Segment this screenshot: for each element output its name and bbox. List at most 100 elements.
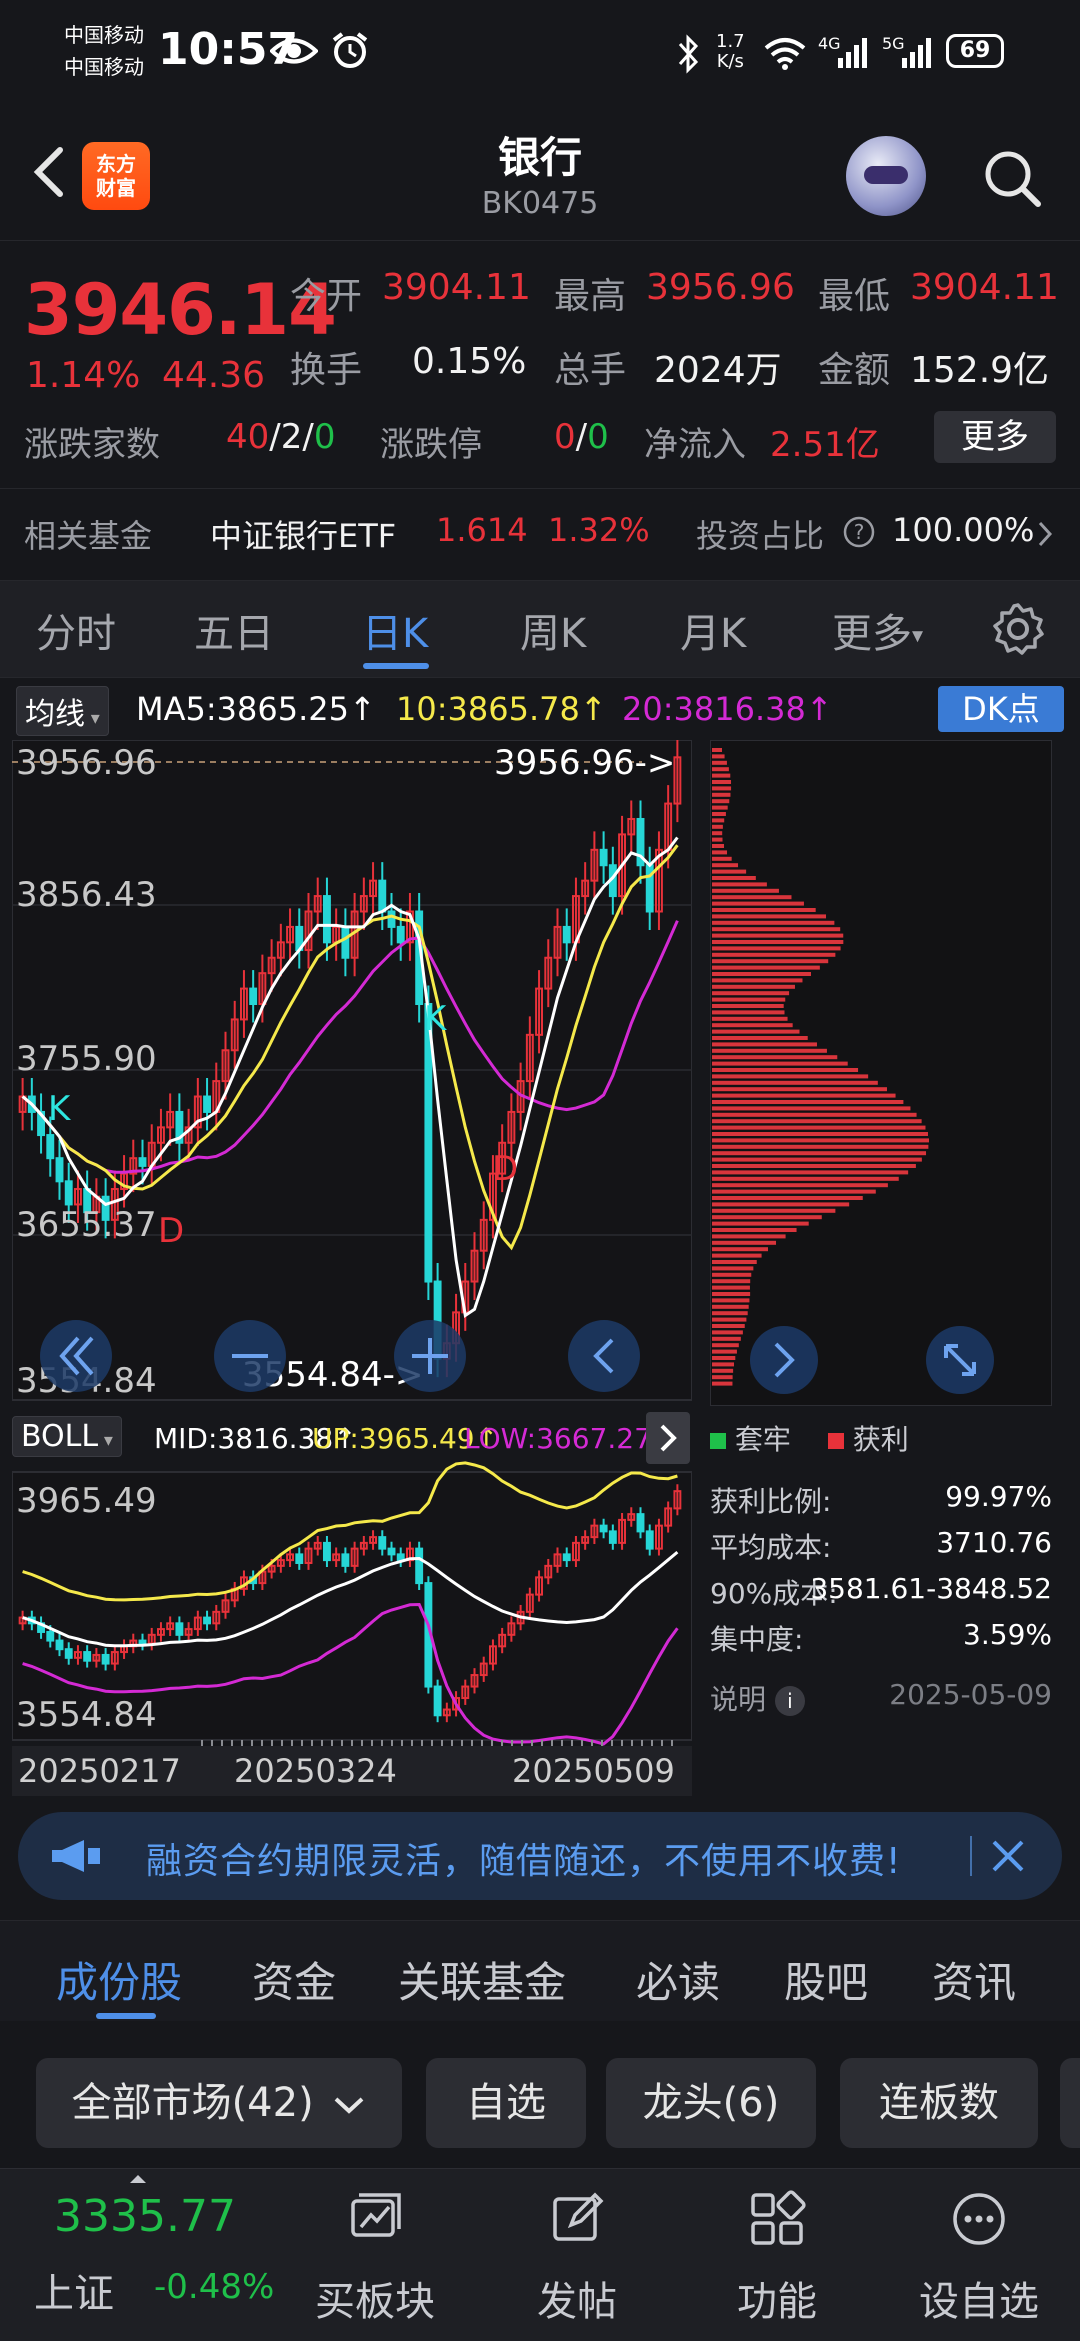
chip-bar bbox=[712, 792, 731, 797]
leaders-filter[interactable]: 龙头(6) bbox=[606, 2058, 816, 2148]
chip-stats-panel: 套牢 获利 获利比例: 99.97% 平均成本: 3710.76 90%成本: … bbox=[710, 1408, 1062, 1718]
dropdown-caret-icon: ▾ bbox=[85, 708, 100, 729]
chip-bar bbox=[712, 1368, 734, 1373]
chip-bar bbox=[712, 1189, 876, 1194]
chip-bar bbox=[712, 1004, 784, 1008]
legend-trapped-swatch bbox=[710, 1433, 726, 1449]
tab-intraday[interactable]: 分时 bbox=[36, 601, 116, 659]
high-label: 最高 bbox=[554, 276, 627, 317]
change-value: 44.36 bbox=[162, 355, 266, 396]
tab-forum[interactable]: 股吧 bbox=[784, 1949, 868, 2010]
tab-weekly-k[interactable]: 周K bbox=[520, 601, 586, 659]
chip-bar bbox=[712, 1176, 899, 1181]
zoom-in-button[interactable] bbox=[394, 1320, 466, 1392]
tab-must-read[interactable]: 必读 bbox=[636, 1949, 720, 2010]
zoom-out-button[interactable] bbox=[214, 1320, 286, 1392]
chip-bar bbox=[712, 978, 803, 983]
chip-bar bbox=[712, 1317, 747, 1322]
tab-news[interactable]: 资讯 bbox=[932, 1949, 1016, 2010]
boll-candle-body bbox=[295, 1553, 304, 1564]
chip-bar bbox=[712, 1362, 735, 1367]
chip-bar bbox=[712, 863, 739, 868]
chip-bar bbox=[712, 1144, 929, 1149]
settings-gear-icon[interactable] bbox=[990, 601, 1046, 657]
chip-bar bbox=[712, 850, 728, 855]
boll-candle-body bbox=[341, 1553, 350, 1567]
chip-bar bbox=[712, 1240, 777, 1245]
boll-candle-body bbox=[645, 1530, 654, 1550]
candle-body bbox=[322, 895, 331, 944]
note-label[interactable]: 说明 bbox=[710, 1683, 766, 1716]
scroll-left-fast-button[interactable] bbox=[40, 1320, 112, 1392]
megaphone-icon bbox=[52, 1840, 100, 1872]
help-icon[interactable]: ? bbox=[842, 515, 876, 549]
avg-cost-label: 平均成本: bbox=[710, 1531, 832, 1564]
tab-related-funds[interactable]: 关联基金 bbox=[398, 1949, 566, 2010]
nav-buy-sector[interactable]: 买板块 bbox=[300, 2169, 450, 2339]
chip-fullscreen-button[interactable] bbox=[926, 1326, 994, 1394]
chip-bar bbox=[712, 856, 732, 861]
netflow-label: 净流入 bbox=[644, 425, 746, 465]
chip-bar bbox=[712, 837, 723, 842]
chip-next-button[interactable] bbox=[750, 1326, 818, 1394]
chip-bar bbox=[712, 882, 767, 887]
scroll-left-button[interactable] bbox=[568, 1320, 640, 1392]
grid-apps-icon bbox=[751, 2190, 806, 2245]
search-icon[interactable] bbox=[980, 146, 1044, 210]
volume-label: 总手 bbox=[554, 350, 627, 391]
watchlist-filter[interactable]: 自选 bbox=[426, 2058, 586, 2148]
boll-candle-body bbox=[83, 1651, 92, 1662]
nav-post[interactable]: 发帖 bbox=[502, 2169, 652, 2339]
tab-constituents[interactable]: 成份股 bbox=[56, 1949, 182, 2010]
chip-bar bbox=[712, 1068, 859, 1072]
boll-selector[interactable]: BOLL ▾ bbox=[12, 1416, 122, 1457]
boll-selector-label: BOLL bbox=[21, 1419, 99, 1454]
market-filter-dropdown[interactable]: 全部市场(42) bbox=[36, 2058, 402, 2148]
close-icon[interactable] bbox=[988, 1836, 1028, 1876]
boll-candle-body bbox=[387, 1547, 396, 1556]
chip-bar bbox=[712, 888, 779, 893]
chip-note-row: 说明 i 2025-05-09 bbox=[710, 1678, 1052, 1718]
chip-bar bbox=[712, 1247, 768, 1252]
nav-functions[interactable]: 功能 bbox=[702, 2169, 852, 2339]
more-filters[interactable] bbox=[1060, 2058, 1080, 2148]
eye-icon bbox=[270, 38, 318, 64]
more-button[interactable]: 更多 bbox=[934, 411, 1056, 463]
tab-daily-k[interactable]: 日K bbox=[362, 601, 428, 659]
tab-monthly-k[interactable]: 月K bbox=[680, 601, 746, 659]
chip-bar bbox=[712, 1336, 741, 1341]
nav-add-watchlist[interactable]: 设自选 bbox=[904, 2169, 1054, 2339]
candle-body bbox=[46, 1134, 55, 1160]
tab-funds[interactable]: 资金 bbox=[252, 1949, 336, 2010]
fund-name[interactable]: 中证银行ETF bbox=[210, 511, 396, 557]
chip-bar bbox=[712, 1298, 750, 1303]
tab-five-day[interactable]: 五日 bbox=[194, 601, 274, 659]
candle-body bbox=[378, 879, 387, 913]
streak-filter[interactable]: 连板数 bbox=[840, 2058, 1038, 2148]
chip-distribution-chart[interactable] bbox=[709, 739, 1053, 1407]
ma-selector[interactable]: 均线 ▾ bbox=[16, 686, 109, 736]
info-icon[interactable]: i bbox=[774, 1686, 805, 1716]
price-label-4: 3655.37 bbox=[16, 1205, 157, 1245]
date-label-2: 20250324 bbox=[234, 1752, 397, 1790]
kline-chart-area[interactable]: 3956.96 3856.43 3755.90 3655.37 3554.84 … bbox=[11, 738, 693, 1796]
expand-indicator-button[interactable] bbox=[646, 1412, 690, 1464]
avg-cost-value: 3710.76 bbox=[936, 1526, 1052, 1559]
chip-bar bbox=[712, 748, 723, 752]
chip-bar bbox=[712, 1221, 809, 1226]
assistant-robot-icon[interactable] bbox=[846, 136, 926, 216]
boll-candle-body bbox=[101, 1653, 110, 1665]
promo-banner[interactable]: 融资合约期限灵活，随借随还，不使用不收费! bbox=[18, 1812, 1062, 1900]
chevron-right-icon bbox=[660, 1424, 677, 1452]
related-fund-row[interactable]: 相关基金 中证银行ETF 1.614 1.32% 投资占比 ? 100.00% bbox=[0, 488, 1080, 573]
boll-candle-body bbox=[415, 1547, 424, 1585]
ratio-label: 投资占比 bbox=[696, 517, 825, 555]
cost-90-value: 3581.61-3848.52 bbox=[810, 1572, 1052, 1605]
dk-point-button[interactable]: DK点 bbox=[938, 686, 1064, 732]
status-bar: 中国移动 中国移动 10:57 1.7 K/s 4G 5G 69 bbox=[0, 0, 1080, 110]
ma-selector-label: 均线 bbox=[25, 697, 85, 732]
fund-row-label: 相关基金 bbox=[24, 517, 153, 555]
chip-bar bbox=[712, 1042, 817, 1047]
index-ticker[interactable]: 3335.77 上证 -0.48% bbox=[0, 2169, 290, 2339]
tab-more[interactable]: 更多▾ bbox=[832, 601, 923, 659]
